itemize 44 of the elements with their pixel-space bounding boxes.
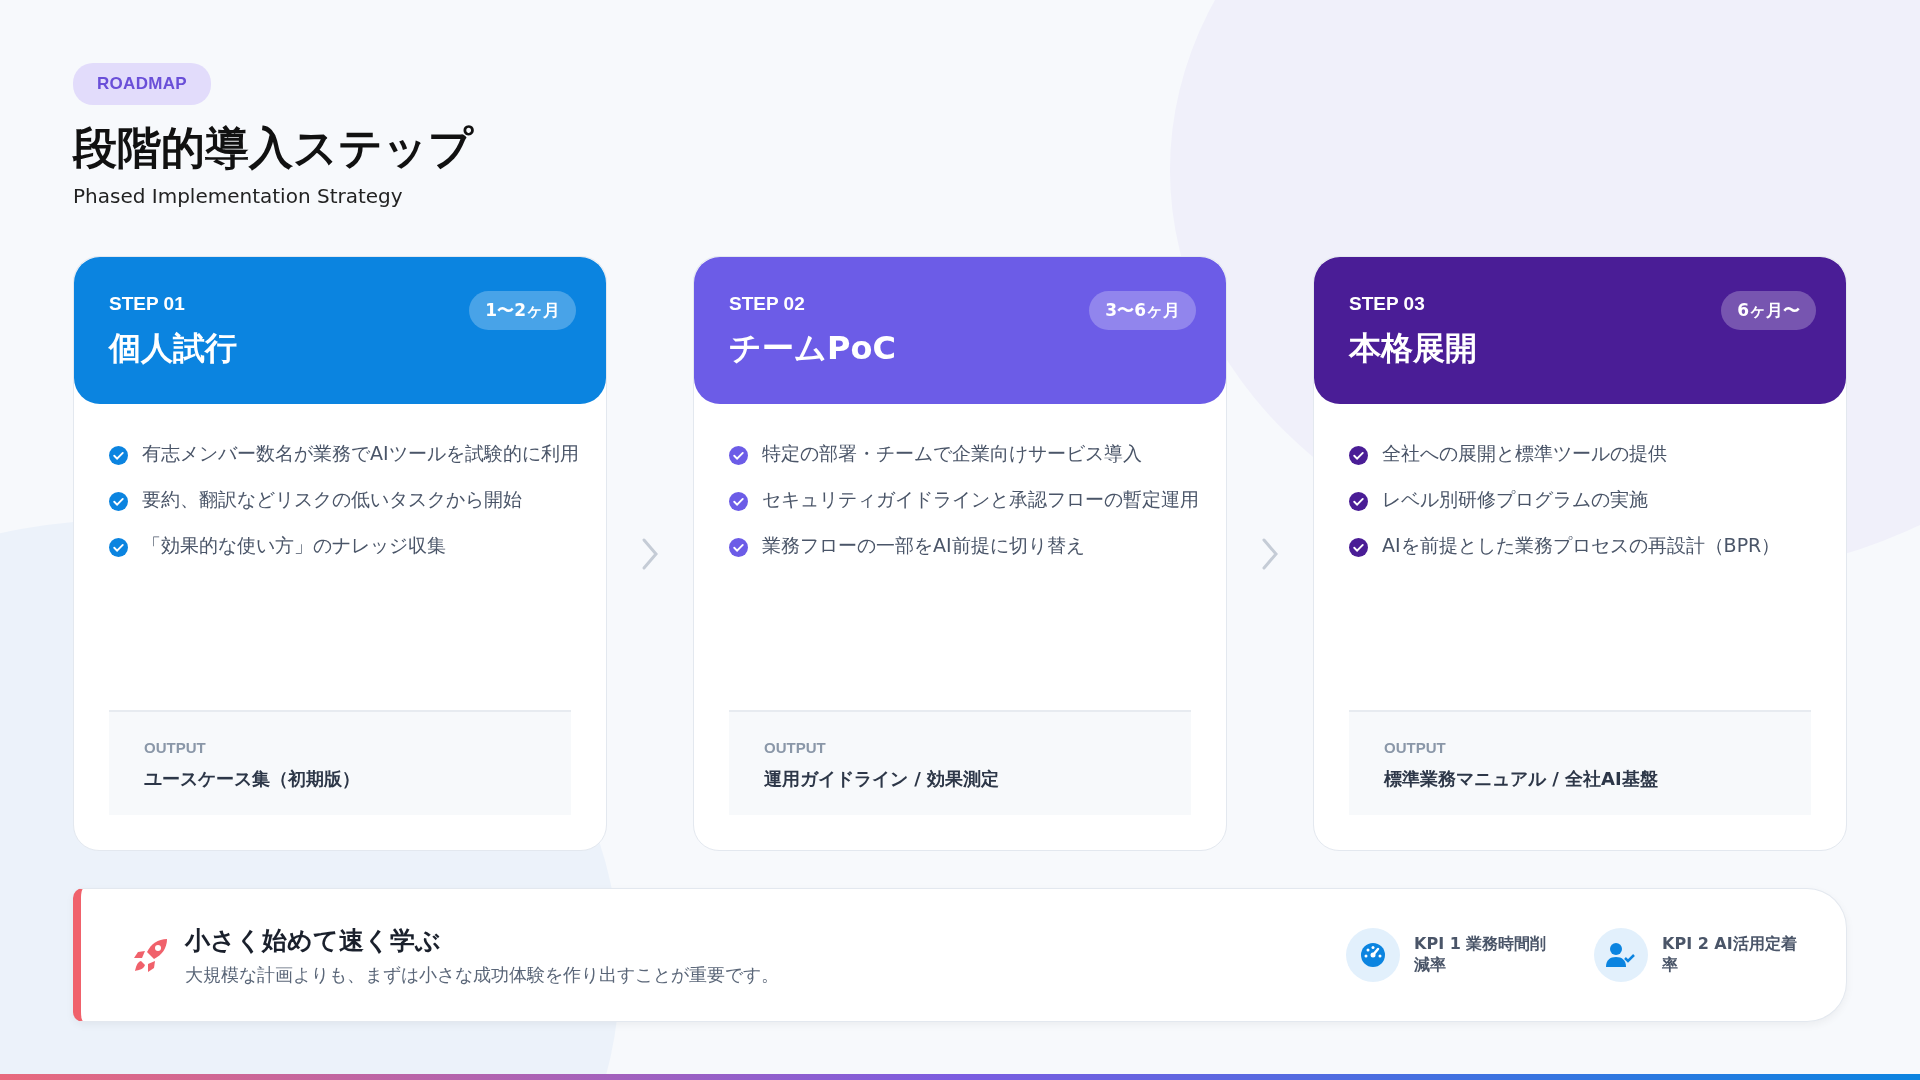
check-icon	[109, 491, 128, 511]
step-number: STEP 01	[109, 293, 185, 315]
step-item: セキュリティガイドラインと承認フローの暫定運用	[762, 487, 1199, 512]
check-icon	[1349, 537, 1368, 557]
output-text: 運用ガイドライン / 効果測定	[764, 767, 1001, 791]
kpi-label: KPI 1 業務時間削減率	[1414, 934, 1548, 976]
check-icon	[729, 537, 748, 557]
step-item: 特定の部署・チームで企業向けサービス導入	[762, 442, 1142, 466]
check-icon	[1349, 491, 1368, 511]
check-icon	[109, 537, 128, 557]
step-item: 有志メンバー数名が業務でAIツールを試験的に利用	[142, 442, 579, 466]
step-item: 要約、翻訳などリスクの低いタスクから開始	[142, 487, 522, 512]
step-item: レベル別研修プログラムの実施	[1382, 487, 1648, 512]
output-text: 標準業務マニュアル / 全社AI基盤	[1384, 767, 1659, 791]
check-icon	[1349, 446, 1368, 465]
output-label: OUTPUT	[144, 739, 206, 756]
step-number: STEP 03	[1349, 293, 1425, 315]
chevron-right-icon	[1261, 536, 1279, 571]
summary-text: 大規模な計画よりも、まずは小さな成功体験を作り出すことが重要です。	[185, 962, 780, 987]
step-item: 業務フローの一部をAI前提に切り替え	[762, 533, 1085, 558]
page-subtitle: Phased Implementation Strategy	[73, 184, 404, 208]
step-item: 「効果的な使い方」のナレッジ収集	[142, 533, 446, 558]
gauge-icon	[1360, 942, 1386, 968]
step-title: 本格展開	[1349, 328, 1477, 369]
check-icon	[729, 446, 748, 465]
summary-title: 小さく始めて速く学ぶ	[185, 924, 442, 957]
output-text: ユースケース集（初期版）	[144, 767, 361, 791]
page-title: 段階的導入ステップ	[73, 121, 475, 175]
roadmap-badge: ROADMAP	[73, 63, 211, 105]
step-item: AIを前提とした業務プロセスの再設計（BPR）	[1382, 533, 1781, 558]
duration-badge: 3〜6ヶ月	[1089, 291, 1196, 330]
check-icon	[109, 446, 128, 465]
kpi-label: KPI 2 AI活用定着率	[1662, 934, 1798, 976]
chevron-right-icon	[641, 536, 659, 571]
duration-badge: 6ヶ月〜	[1721, 291, 1816, 330]
user-check-icon	[1606, 942, 1636, 968]
duration-badge: 1〜2ヶ月	[469, 291, 576, 330]
step-title: 個人試行	[109, 328, 237, 369]
check-icon	[729, 491, 748, 511]
step-title: チームPoC	[729, 328, 896, 369]
step-item: 全社への展開と標準ツールの提供	[1382, 442, 1667, 466]
output-label: OUTPUT	[1384, 739, 1446, 756]
step-number: STEP 02	[729, 293, 805, 315]
output-label: OUTPUT	[764, 739, 826, 756]
